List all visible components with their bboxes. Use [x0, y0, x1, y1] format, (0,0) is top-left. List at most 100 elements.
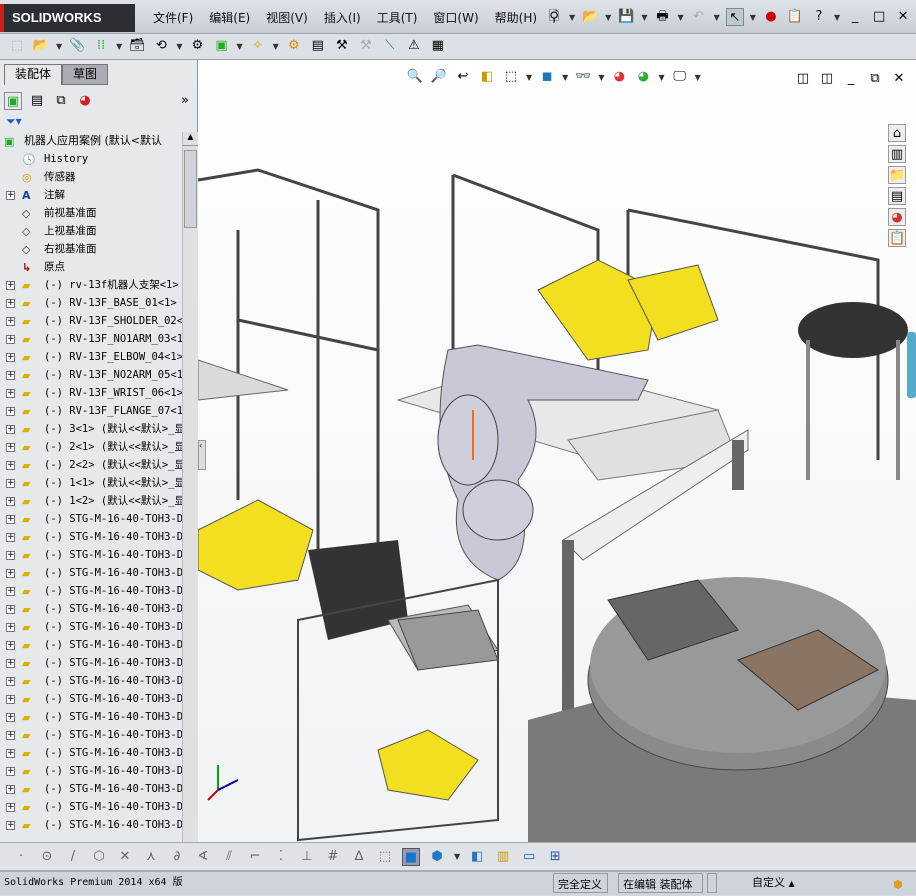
tree-item[interactable]: + ▰ (-) STG-M-16-40-TOH3-D_	[0, 672, 182, 690]
view-palette-icon[interactable]: ▤	[888, 187, 906, 205]
help-icon[interactable]: ?	[810, 8, 828, 26]
tree-item[interactable]: + ▰ (-) STG-M-16-40-TOH3-D_	[0, 528, 182, 546]
interference-detection-icon[interactable]: ⟍	[381, 37, 399, 55]
interference-icon[interactable]: ▥	[494, 848, 512, 866]
display-style-icon[interactable]: ⬢	[428, 848, 446, 866]
menu-file[interactable]: 文件(F)	[145, 4, 201, 32]
rebuild-icon[interactable]: ⬢	[893, 874, 903, 896]
tree-item[interactable]: + ▰ (-) 1<2> (默认<<默认>_显	[0, 492, 182, 510]
expand-icon[interactable]: +	[6, 353, 15, 362]
tree-item[interactable]: + ▰ (-) 2<2> (默认<<默认>_显	[0, 456, 182, 474]
appearances-icon[interactable]: ◕	[888, 208, 906, 226]
expand-icon[interactable]: +	[6, 713, 15, 722]
menu-insert[interactable]: 插入(I)	[316, 4, 369, 32]
expand-icon[interactable]: +	[6, 821, 15, 830]
dropdown-icon[interactable]: ▼	[641, 13, 647, 22]
tree-item[interactable]: + ▰ (-) 2<1> (默认<<默认>_显	[0, 438, 182, 456]
expand-icon[interactable]: +	[6, 551, 15, 560]
tree-item[interactable]: + ▰ (-) STG-M-16-40-TOH3-D_	[0, 780, 182, 798]
dropdown-icon[interactable]: ▼	[605, 13, 611, 22]
dropdown-icon[interactable]: ▼	[56, 42, 62, 51]
menu-edit[interactable]: 编辑(E)	[201, 4, 258, 32]
move-component-icon[interactable]: ⟲	[152, 37, 170, 55]
tree-item[interactable]: + ▰ (-) STG-M-16-40-TOH3-D_	[0, 636, 182, 654]
minimize-icon[interactable]: _	[846, 8, 864, 26]
expand-icon[interactable]: +	[6, 605, 15, 614]
circle-icon[interactable]: ⊙	[38, 848, 56, 866]
expand-icon[interactable]: +	[6, 569, 15, 578]
expand-icon[interactable]: +	[6, 281, 15, 290]
property-manager-icon[interactable]: ▤	[28, 92, 46, 110]
expand-icon[interactable]: +	[6, 425, 15, 434]
maximize-icon[interactable]: □	[870, 8, 888, 26]
expand-icon[interactable]: +	[6, 623, 15, 632]
expand-icon[interactable]: +	[6, 497, 15, 506]
tree-item[interactable]: + ▰ (-) RV-13F_BASE_01<1> (	[0, 294, 182, 312]
tree-scrollbar[interactable]: ▲	[182, 132, 198, 842]
explode-line-sketch-icon[interactable]: ⚒	[357, 37, 375, 55]
tree-item[interactable]: + ▰ (-) RV-13F_NO1ARM_03<1>	[0, 330, 182, 348]
shaded-cube-icon[interactable]: ■	[402, 847, 420, 866]
assembly-features-icon[interactable]: ▣	[212, 37, 230, 55]
tree-item[interactable]: + ▰ (-) STG-M-16-40-TOH3-D_	[0, 510, 182, 528]
dropdown-icon[interactable]: ▼	[569, 13, 575, 22]
dropdown-icon[interactable]: ▼	[176, 42, 182, 51]
expand-icon[interactable]: +	[6, 677, 15, 686]
tree-item[interactable]: + ▰ (-) STG-M-16-40-TOH3-D_	[0, 564, 182, 582]
single-viewport-icon[interactable]: ▭	[520, 848, 538, 866]
extend-icon[interactable]: ⋏	[142, 848, 160, 866]
design-library-icon[interactable]: ▥	[888, 145, 906, 163]
tree-item[interactable]: + ▰ (-) STG-M-16-40-TOH3-D_	[0, 708, 182, 726]
fillet-icon[interactable]: ∂	[168, 848, 186, 866]
tree-item[interactable]: + ▰ (-) STG-M-16-40-TOH3-D_	[0, 546, 182, 564]
corner-icon[interactable]: ⌐	[246, 848, 264, 866]
expand-icon[interactable]: +	[6, 317, 15, 326]
angle-icon[interactable]: ∆	[350, 848, 368, 866]
mate-paperclip-icon[interactable]: 📎	[68, 37, 86, 55]
file-explorer-icon[interactable]: 📁	[888, 166, 906, 184]
expand-icon[interactable]: +	[6, 587, 15, 596]
tree-item[interactable]: 🕓 History	[0, 150, 182, 168]
collapse-panel-handle[interactable]: ‹	[198, 440, 206, 470]
tree-item[interactable]: + ▰ (-) STG-M-16-40-TOH3-D_	[0, 726, 182, 744]
close-icon[interactable]: ✕	[894, 8, 912, 26]
dropdown-icon[interactable]: ▼	[454, 852, 460, 861]
expand-icon[interactable]: +	[6, 389, 15, 398]
expand-icon[interactable]: +	[6, 767, 15, 776]
dropdown-icon[interactable]: ▼	[116, 42, 122, 51]
exploded-view-icon[interactable]: ⚒	[333, 37, 351, 55]
expand-icon[interactable]: +	[6, 299, 15, 308]
dimension-icon[interactable]: ⊥	[298, 848, 316, 866]
expand-icon[interactable]: +	[6, 695, 15, 704]
chamfer-icon[interactable]: ∢	[194, 848, 212, 866]
tree-item[interactable]: + ▰ (-) RV-13F_NO2ARM_05<1>	[0, 366, 182, 384]
smart-fasteners-icon[interactable]: 🗃	[128, 37, 146, 55]
open-folder-icon[interactable]: 📂	[581, 8, 599, 26]
dropdown-icon[interactable]: ▼	[236, 42, 242, 51]
linear-pattern-icon[interactable]: ⁞⁞	[92, 37, 110, 55]
tree-item[interactable]: + ▰ (-) RV-13F_ELBOW_04<1>	[0, 348, 182, 366]
trim-icon[interactable]: ✕	[116, 848, 134, 866]
solidworks-resources-icon[interactable]: ⌂	[888, 124, 906, 142]
clearance-verification-icon[interactable]: ⚠	[405, 37, 423, 55]
expand-icon[interactable]: +	[6, 533, 15, 542]
units-selector[interactable]: 自定义 ▲	[752, 872, 795, 895]
tree-item[interactable]: + ▰ (-) STG-M-16-40-TOH3-D_	[0, 618, 182, 636]
tree-item[interactable]: + ▰ (-) 1<1> (默认<<默认>_显	[0, 474, 182, 492]
reference-geometry-icon[interactable]: ✧	[249, 37, 267, 55]
line-icon[interactable]: /	[64, 848, 82, 866]
dropdown-icon[interactable]: ▼	[834, 13, 840, 22]
scrollbar-thumb[interactable]	[184, 150, 197, 228]
offset-icon[interactable]: ⫽	[220, 848, 238, 866]
rebuild-traffic-light-icon[interactable]: ●	[762, 8, 780, 26]
tree-item[interactable]: + ▰ (-) rv-13f机器人支架<1>	[0, 276, 182, 294]
edit-component-icon[interactable]: ⬚	[8, 37, 26, 55]
tree-item[interactable]: + ▰ (-) STG-M-16-40-TOH3-D_	[0, 690, 182, 708]
four-viewport-icon[interactable]: ⊞	[546, 848, 564, 866]
tree-item[interactable]: ◇ 前视基准面	[0, 204, 182, 222]
menu-tools[interactable]: 工具(T)	[369, 4, 426, 32]
expand-icon[interactable]: +	[6, 641, 15, 650]
filter-icon[interactable]: ⏷▾	[6, 114, 22, 129]
menu-window[interactable]: 窗口(W)	[425, 4, 486, 32]
polygon-icon[interactable]: ⬡	[90, 848, 108, 866]
